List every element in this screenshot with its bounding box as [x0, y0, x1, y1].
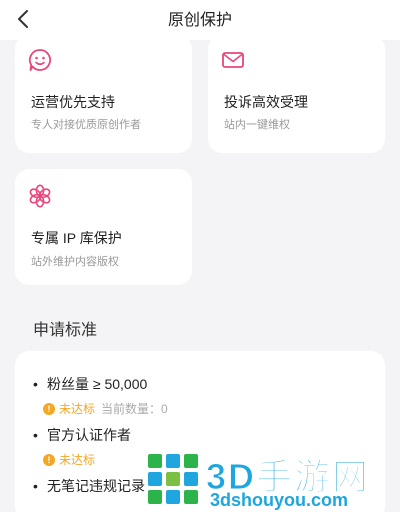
- status-text: 未达标: [59, 453, 96, 467]
- feature-card-operation-support[interactable]: 运营优先支持 专人对接优质原创作者: [15, 35, 192, 153]
- page-title: 原创保护: [167, 12, 232, 29]
- feature-title: 运营优先支持: [31, 94, 115, 110]
- bullet: •: [33, 376, 38, 392]
- feature-card-ip-protection[interactable]: 专属 IP 库保护 站外维护内容版权: [15, 169, 192, 285]
- flower-icon: [29, 184, 51, 208]
- requirement-status: ! 未达标 当前数量：0: [43, 400, 168, 417]
- feature-title: 投诉高效受理: [224, 94, 308, 110]
- status-text: 未达标: [59, 402, 96, 416]
- requirement-status: ! 未达标: [43, 451, 131, 468]
- warning-icon: !: [43, 402, 55, 415]
- requirement-item: • 粉丝量 ≥ 50,000 ! 未达标 当前数量：0: [33, 374, 168, 417]
- current-count: 当前数量：0: [101, 402, 168, 416]
- requirement-item: • 官方认证作者 ! 未达标: [33, 425, 131, 468]
- watermark-url: 3dshouyou.com: [210, 490, 349, 510]
- feature-subtitle: 专人对接优质原创作者: [31, 119, 141, 131]
- requirement-label: 粉丝量 ≥ 50,000: [47, 376, 148, 392]
- watermark: 3D手游网 3dshouyou.com: [140, 448, 400, 512]
- warning-icon: !: [43, 453, 55, 466]
- section-title: 申请标准: [33, 322, 98, 339]
- smiley-chat-icon: [28, 49, 51, 71]
- requirement-item: • 无笔记违规记录: [33, 476, 145, 496]
- top-bar: 原创保护: [0, 0, 400, 40]
- feature-card-complaint-handling[interactable]: 投诉高效受理 站内一键维权: [208, 35, 385, 153]
- watermark-logo-icon: [148, 454, 198, 504]
- envelope-icon: [222, 52, 244, 68]
- feature-subtitle: 站外维护内容版权: [31, 256, 119, 268]
- requirement-label: 无笔记违规记录: [47, 478, 145, 494]
- bullet: •: [33, 427, 38, 443]
- feature-subtitle: 站内一键维权: [224, 119, 290, 131]
- feature-title: 专属 IP 库保护: [31, 230, 122, 246]
- bullet: •: [33, 478, 38, 494]
- requirement-label: 官方认证作者: [47, 427, 131, 443]
